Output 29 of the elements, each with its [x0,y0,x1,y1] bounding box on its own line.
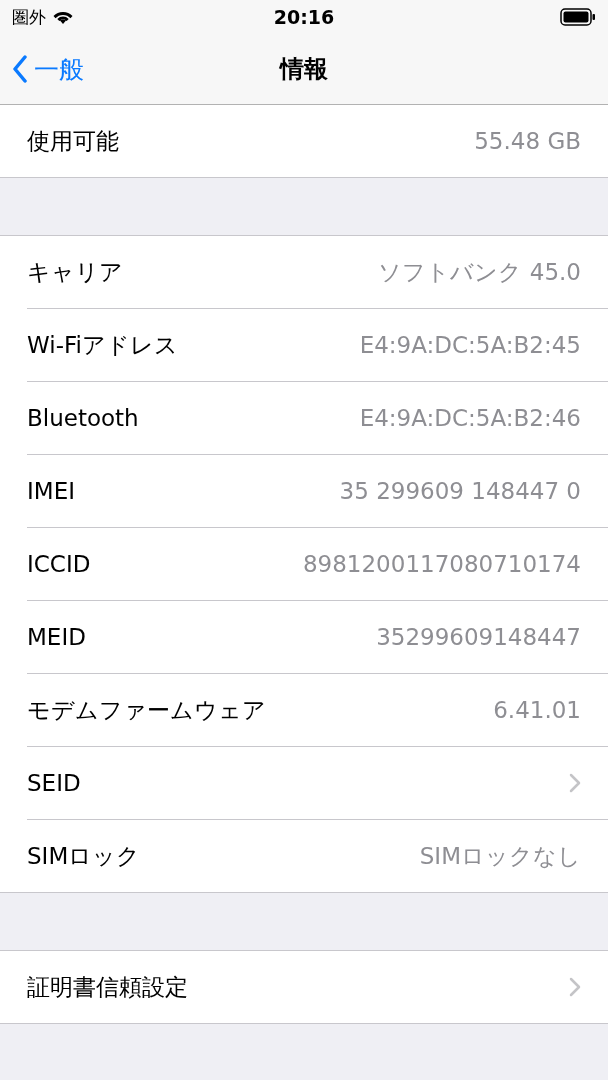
row-value: SIMロックなし [419,841,581,871]
row-value: 55.48 GB [474,128,581,154]
row-label: IMEI [27,478,75,504]
row-label: キャリア [27,257,123,287]
back-chevron-icon [12,55,28,83]
row-label: Wi-Fiアドレス [27,330,178,360]
row-label: 使用可能 [27,126,119,156]
row-value: E4:9A:DC:5A:B2:46 [359,405,581,431]
battery-icon [560,8,596,26]
carrier-label: 圏外 [12,5,46,29]
back-button[interactable]: 一般 [12,52,84,86]
row-label: モデムファームウェア [27,695,266,725]
row-label: SIMロック [27,841,141,871]
row-value: ソフトバンク 45.0 [378,257,581,287]
row-label: ICCID [27,551,91,577]
chevron-icon [569,977,581,997]
nav-title: 情報 [280,54,328,85]
row-value: 6.41.01 [493,697,581,723]
row-label[interactable]: 証明書信頼設定 [27,971,188,1003]
row-value: 35299609148447 [376,624,581,650]
wifi-icon [52,9,74,25]
row-label[interactable]: SEID [27,770,81,796]
row-value: E4:9A:DC:5A:B2:45 [359,332,581,358]
clock: 20:16 [273,6,335,28]
chevron-icon [569,773,581,793]
row-value: 8981200117080710174 [302,551,581,577]
row-value: 35 299609 148447 0 [339,478,581,504]
row-label: Bluetooth [27,405,139,431]
row-label: MEID [27,624,86,650]
